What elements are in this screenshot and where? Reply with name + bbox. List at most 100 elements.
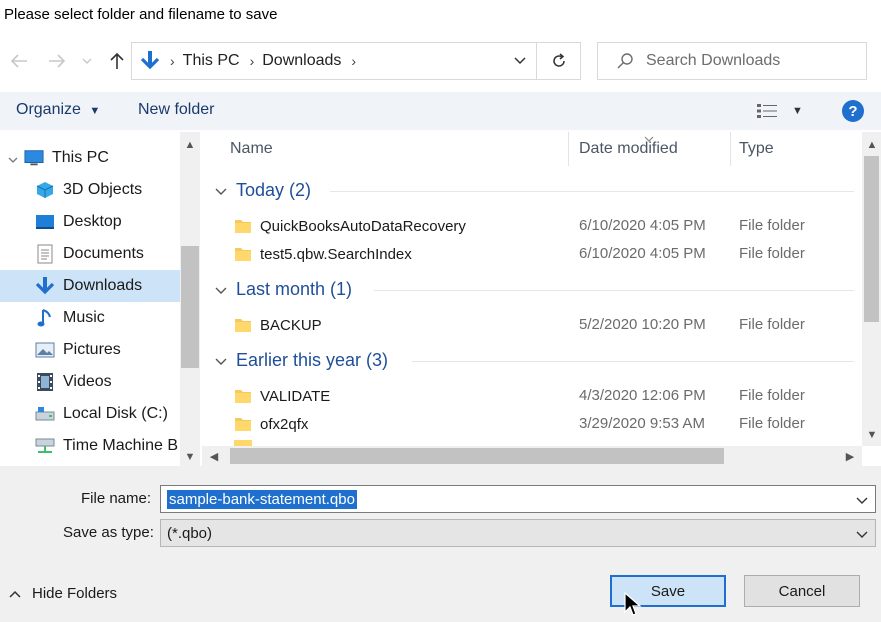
column-header-date-modified[interactable]: Date modified: [579, 140, 678, 158]
nav-item-this-pc[interactable]: This PC: [0, 142, 180, 174]
chevron-down-icon: [215, 287, 227, 294]
folder-icon: [235, 319, 251, 332]
back-button[interactable]: [6, 48, 32, 74]
nav-item-documents[interactable]: Documents: [0, 238, 180, 270]
nav-label: Time Machine B: [63, 437, 178, 454]
picture-icon: [35, 340, 55, 360]
group-header-today[interactable]: Today (2): [214, 180, 311, 201]
table-row[interactable]: ofx2qfx: [234, 410, 308, 438]
nav-item-local-disk[interactable]: Local Disk (C:): [0, 398, 180, 430]
breadcrumb-this-pc[interactable]: This PC: [183, 52, 240, 70]
details-view-icon: [757, 104, 777, 118]
breadcrumb-separator: ›: [351, 53, 357, 69]
folder-icon: [235, 248, 251, 261]
save-type-select[interactable]: (*.qbo): [160, 519, 876, 547]
chevron-down-icon[interactable]: [514, 53, 526, 65]
refresh-icon: [552, 53, 565, 67]
nav-label: Desktop: [63, 213, 122, 230]
file-name-input[interactable]: sample-bank-statement.qbo: [160, 485, 876, 513]
up-button[interactable]: [104, 48, 130, 74]
nav-label: Downloads: [63, 277, 143, 294]
group-divider: [412, 361, 854, 362]
file-date: 6/10/2020 4:05 PM: [579, 245, 706, 262]
file-name: BACKUP: [260, 316, 322, 334]
document-icon: [35, 244, 55, 264]
cube-icon: [35, 180, 55, 200]
nav-label: 3D Objects: [63, 181, 143, 198]
search-icon: [616, 52, 634, 70]
column-divider: [568, 132, 569, 166]
download-icon: [140, 50, 160, 72]
scroll-right-icon[interactable]: ▶: [840, 447, 860, 465]
group-divider: [374, 290, 854, 291]
nav-label: Music: [63, 309, 105, 326]
recent-locations-button[interactable]: [78, 48, 96, 74]
group-label: Last month (1): [236, 279, 353, 299]
group-header-earlier-this-year[interactable]: Earlier this year (3): [214, 350, 388, 371]
dialog-title: Please select folder and filename to sav…: [4, 6, 278, 23]
chevron-down-icon: [856, 531, 868, 538]
scroll-left-icon[interactable]: ◀: [204, 447, 224, 465]
breadcrumb-downloads[interactable]: Downloads: [262, 52, 341, 70]
chevron-up-icon: [9, 590, 21, 598]
save-type-label: Save as type:: [63, 524, 154, 541]
forward-button[interactable]: [44, 48, 70, 74]
chevron-down-icon: [215, 188, 227, 195]
nav-label: This PC: [52, 149, 109, 166]
table-row[interactable]: BACKUP: [234, 311, 322, 339]
nav-item-videos[interactable]: Videos: [0, 366, 180, 398]
search-input[interactable]: Search Downloads: [597, 42, 867, 80]
column-divider: [730, 132, 731, 166]
nav-label: Local Disk (C:): [63, 405, 168, 422]
nav-item-music[interactable]: Music: [0, 302, 180, 334]
group-label: Earlier this year (3): [236, 350, 389, 370]
table-row[interactable]: QuickBooksAutoDataRecovery: [234, 212, 466, 240]
nav-item-time-machine[interactable]: Time Machine B: [0, 430, 180, 462]
chevron-down-icon[interactable]: [855, 493, 869, 507]
nav-scrollbar-thumb[interactable]: [181, 246, 199, 368]
horizontal-scrollbar-thumb[interactable]: [230, 448, 724, 464]
nav-item-pictures[interactable]: Pictures: [0, 334, 180, 366]
nav-item-downloads[interactable]: Downloads: [0, 270, 180, 302]
new-folder-button[interactable]: New folder: [138, 101, 214, 119]
help-icon[interactable]: ?: [842, 100, 864, 122]
change-view-button[interactable]: ▼: [756, 100, 806, 122]
nav-label: Documents: [63, 245, 144, 262]
scroll-down-icon[interactable]: ▼: [180, 448, 200, 466]
chevron-down-icon: [215, 358, 227, 365]
nav-item-3d-objects[interactable]: 3D Objects: [0, 174, 180, 206]
file-date: 3/29/2020 9:53 AM: [579, 415, 705, 432]
file-type: File folder: [739, 316, 805, 333]
file-type: File folder: [739, 217, 805, 234]
nav-item-desktop[interactable]: Desktop: [0, 206, 180, 238]
group-label: Today (2): [236, 180, 312, 200]
group-divider: [330, 191, 854, 192]
column-header-type[interactable]: Type: [739, 140, 774, 158]
column-header-name[interactable]: Name: [230, 140, 273, 158]
group-header-last-month[interactable]: Last month (1): [214, 279, 352, 300]
download-icon: [35, 276, 55, 296]
music-icon: [35, 308, 55, 328]
table-row[interactable]: test5.qbw.SearchIndex: [234, 240, 412, 268]
desktop-icon: [35, 212, 55, 232]
file-type: File folder: [739, 415, 805, 432]
organize-button[interactable]: Organize ▼: [16, 101, 100, 119]
chevron-down-icon: [82, 58, 92, 64]
hide-folders-button[interactable]: Hide Folders: [8, 585, 117, 602]
save-type-value: (*.qbo): [167, 524, 213, 542]
refresh-button[interactable]: [537, 42, 581, 80]
scroll-up-icon[interactable]: ▲: [180, 136, 200, 154]
cancel-button[interactable]: Cancel: [744, 575, 860, 607]
file-date: 4/3/2020 12:06 PM: [579, 387, 706, 404]
scroll-down-icon[interactable]: ▼: [862, 426, 881, 444]
address-bar[interactable]: › This PC › Downloads ›: [131, 42, 537, 80]
up-arrow-icon: [110, 52, 124, 69]
vertical-scrollbar-thumb[interactable]: [864, 156, 879, 322]
file-name: QuickBooksAutoDataRecovery: [260, 217, 466, 235]
mouse-cursor-icon: [624, 591, 642, 618]
table-row[interactable]: VALIDATE: [234, 382, 330, 410]
navigation-pane[interactable]: This PC 3D Objects Desktop Documents Dow…: [0, 132, 200, 466]
back-arrow-icon: [10, 54, 27, 68]
scroll-up-icon[interactable]: ▲: [862, 136, 881, 154]
breadcrumb-separator: ›: [249, 53, 255, 69]
